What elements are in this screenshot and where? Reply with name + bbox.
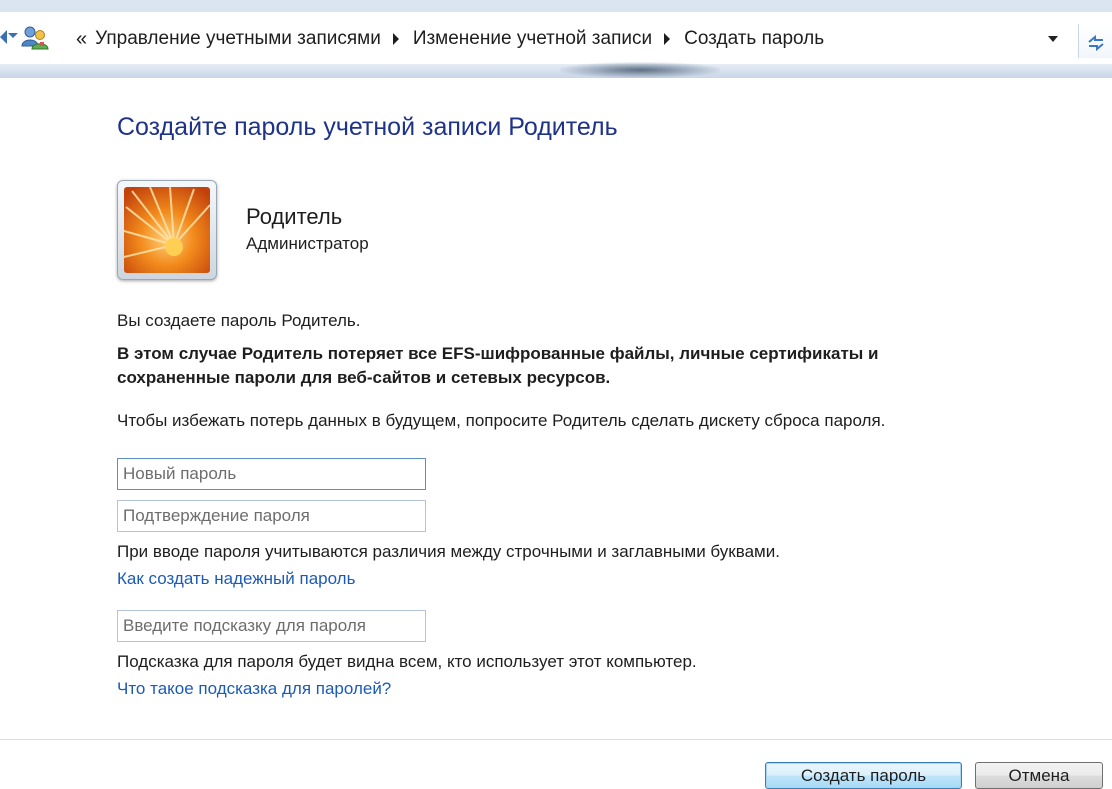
case-sensitivity-note: При вводе пароля учитываются различия ме… <box>117 542 780 561</box>
reset-disk-advice-text: Чтобы избежать потерь данных в будущем, … <box>117 411 886 430</box>
confirm-password-input[interactable] <box>117 500 426 532</box>
back-arrow-icon[interactable] <box>0 30 7 44</box>
user-name: Родитель <box>246 204 343 229</box>
breadcrumb-separator-icon[interactable] <box>664 33 671 45</box>
address-bar: « Управление учетными записями Изменение… <box>0 0 1112 78</box>
breadcrumb-separator-icon[interactable] <box>392 33 399 45</box>
password-hint-input[interactable] <box>117 610 426 642</box>
create-password-button[interactable]: Создать пароль <box>765 762 962 789</box>
breadcrumb-item-create-password[interactable]: Создать пароль <box>684 28 824 50</box>
warning-text-line-2: сохраненные пароли для веб-сайтов и сете… <box>117 368 611 387</box>
warning-text-line-1: В этом случае Родитель потеряет все EFS-… <box>117 344 879 363</box>
address-bar-glow <box>560 62 720 78</box>
recent-pages-chevron-icon[interactable] <box>8 33 18 38</box>
user-role: Администратор <box>246 234 369 253</box>
avatar <box>117 180 217 280</box>
breadcrumb-item-change-account[interactable]: Изменение учетной записи <box>413 28 652 50</box>
refresh-icon <box>1088 34 1104 52</box>
strong-password-link[interactable]: Как создать надежный пароль <box>117 569 355 589</box>
flower-picture-icon <box>124 187 210 273</box>
new-password-input[interactable] <box>117 458 426 490</box>
breadcrumb-path: « Управление учетными записями Изменение… <box>76 26 824 52</box>
user-accounts-icon <box>21 26 49 50</box>
hint-visibility-note: Подсказка для пароля будет видна всем, к… <box>117 652 697 671</box>
page-title: Создайте пароль учетной записи Родитель <box>117 113 618 141</box>
refresh-button[interactable] <box>1078 24 1112 58</box>
address-dropdown-icon[interactable] <box>1048 36 1058 42</box>
footer-divider <box>0 739 1112 740</box>
creating-password-text: Вы создаете пароль Родитель. <box>117 311 361 330</box>
breadcrumb-overflow-button[interactable]: « <box>76 28 87 51</box>
what-is-hint-link[interactable]: Что такое подсказка для паролей? <box>117 679 391 699</box>
breadcrumb-item-account-management[interactable]: Управление учетными записями <box>95 28 381 50</box>
cancel-button[interactable]: Отмена <box>975 762 1103 789</box>
